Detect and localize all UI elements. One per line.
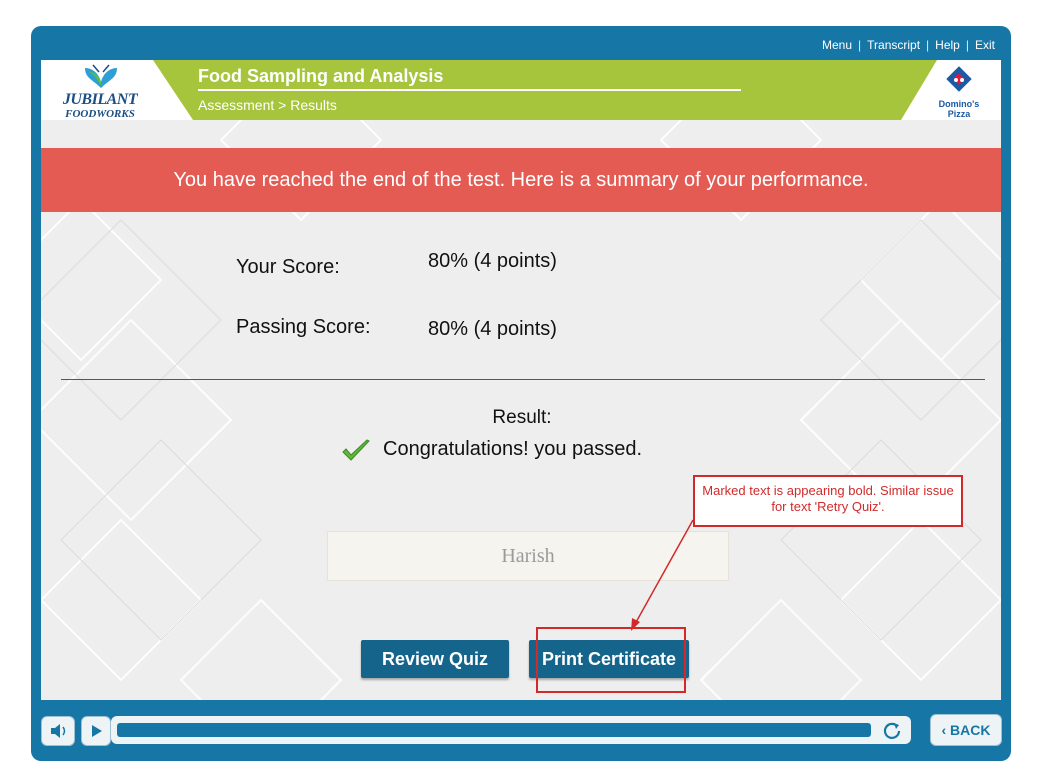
replay-icon[interactable] — [881, 720, 903, 742]
butterfly-icon — [85, 64, 117, 88]
dominos-text-line1: Domino's — [938, 99, 980, 109]
top-nav: Menu | Transcript | Help | Exit — [822, 38, 995, 52]
jubilant-logo: JUBILANT FOODWORKS — [57, 62, 143, 120]
speaker-icon — [51, 724, 66, 738]
course-title: Food Sampling and Analysis — [198, 66, 444, 86]
results-panel: You have reached the end of the test. He… — [41, 120, 1001, 700]
seek-progress — [117, 723, 871, 737]
volume-button[interactable] — [41, 716, 75, 746]
logo-text-line1: JUBILANT — [62, 91, 138, 108]
back-button[interactable]: ‹ BACK — [930, 714, 1002, 746]
chevron-left-icon: ‹ — [941, 722, 951, 738]
title-rule — [198, 89, 741, 91]
nav-separator: | — [858, 38, 862, 52]
play-button[interactable] — [81, 716, 111, 746]
transcript-link[interactable]: Transcript — [867, 38, 920, 52]
dominos-text-line2: Pizza — [947, 109, 971, 119]
dominos-logo: Domino's Pizza — [931, 64, 987, 119]
exit-link[interactable]: Exit — [975, 38, 995, 52]
seek-bar[interactable] — [111, 716, 911, 744]
course-header: JUBILANT FOODWORKS Food Sampling and Ana… — [41, 60, 1001, 120]
play-icon — [92, 725, 102, 737]
logo-text-line2: FOODWORKS — [65, 108, 135, 120]
breadcrumb: Assessment > Results — [198, 97, 337, 113]
annotation-highlight-box — [536, 627, 686, 693]
help-link[interactable]: Help — [935, 38, 960, 52]
domino-icon — [946, 66, 972, 92]
nav-separator: | — [965, 38, 969, 52]
player-controls: ‹ BACK — [31, 710, 1011, 750]
annotation-arrow — [631, 519, 694, 631]
menu-link[interactable]: Menu — [822, 38, 852, 52]
course-player-frame: Menu | Transcript | Help | Exit JUBILANT FOODW… — [31, 26, 1011, 761]
review-quiz-button[interactable]: Review Quiz — [361, 640, 509, 678]
back-label: BACK — [950, 722, 991, 738]
nav-separator: | — [926, 38, 930, 52]
